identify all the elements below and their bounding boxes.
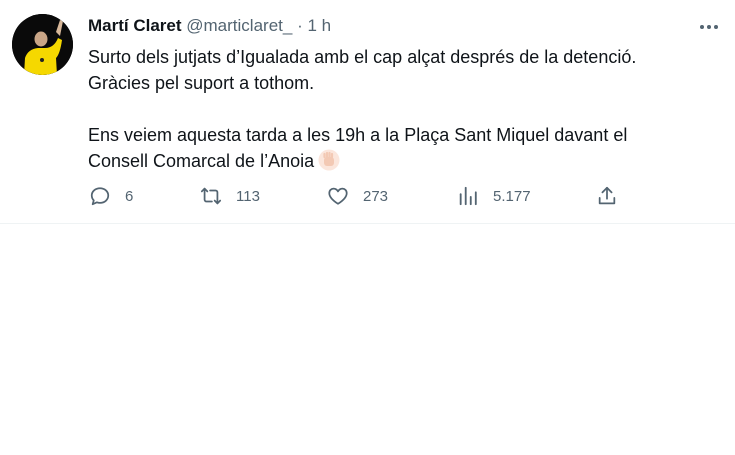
avatar[interactable] [12, 14, 73, 75]
like-count: 273 [363, 187, 389, 205]
tweet-text: Surto dels jutjats d’Igualada amb el cap… [88, 44, 718, 174]
tweet-header: Martí Claret @marticlaret_ · 1 h [88, 15, 331, 37]
share-icon [598, 186, 616, 205]
tweet-actions: 6 113 273 5.177 [0, 181, 735, 211]
share-button[interactable] [596, 181, 618, 211]
author-handle[interactable]: @marticlaret_ [186, 16, 292, 35]
separator-dot: · [297, 16, 303, 35]
tweet-text-line: Ens veiem aquesta tarda a les 19h a la P… [88, 125, 628, 145]
views-count: 5.177 [493, 187, 531, 205]
tweet-text-span: Consell Comarcal de l’Anoia [88, 151, 315, 171]
retweet-count: 113 [236, 187, 260, 205]
tweet-text-line: Surto dels jutjats d’Igualada amb el cap… [88, 47, 637, 67]
reply-icon [90, 187, 110, 206]
like-button[interactable]: 273 [327, 181, 388, 211]
more-horizontal-icon [700, 25, 718, 29]
tweet-time[interactable]: 1 h [307, 16, 331, 35]
retweet-button[interactable]: 113 [200, 181, 260, 211]
author-name[interactable]: Martí Claret [88, 16, 182, 35]
retweet-icon [200, 187, 222, 205]
tweet[interactable]: Martí Claret @marticlaret_ · 1 h Surto d… [0, 0, 735, 224]
views-button[interactable]: 5.177 [457, 181, 531, 211]
reply-count: 6 [125, 187, 134, 205]
heart-icon [328, 187, 348, 205]
tweet-text-line: Consell Comarcal de l’Anoia [88, 148, 718, 174]
tweet-text-line: Gràcies pel suport a tothom. [88, 73, 315, 93]
raised-fist-emoji-icon [318, 149, 340, 171]
more-options-button[interactable] [697, 16, 721, 38]
views-chart-icon [459, 186, 477, 206]
reply-button[interactable]: 6 [89, 181, 133, 211]
